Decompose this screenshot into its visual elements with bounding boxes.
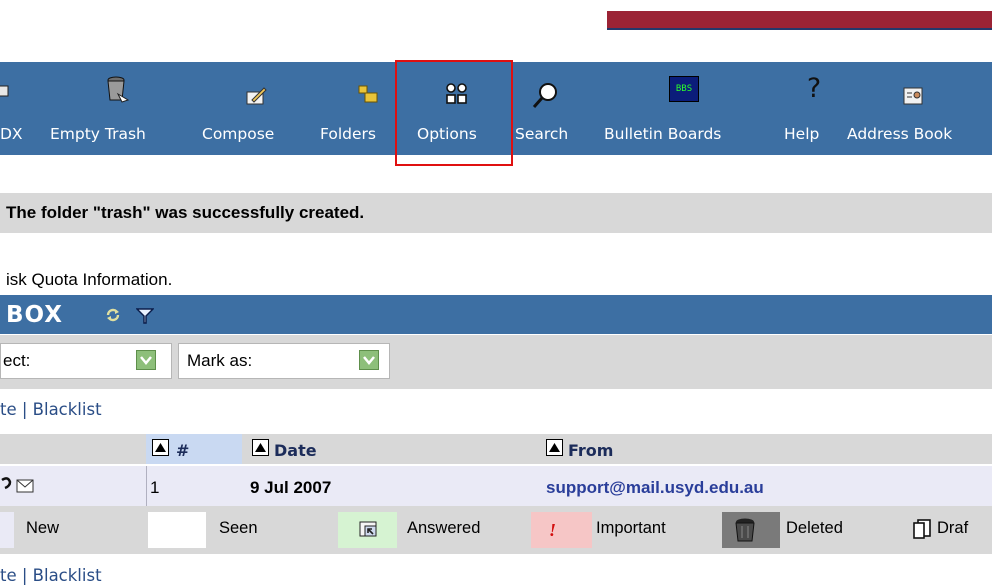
search-icon [532,83,557,108]
trash-icon [735,518,755,542]
table-row[interactable] [0,466,992,506]
row-number: 1 [150,478,160,497]
inbox-title: BOX [6,302,63,328]
address-book-icon [903,87,923,105]
column-divider [146,466,147,506]
toolbar-label: Address Book [847,125,953,143]
legend-seen-swatch [148,512,206,548]
column-header-date[interactable]: Date [274,441,317,460]
inbox-icon [0,85,9,97]
legend-drafts: Draf [937,519,969,537]
toolbar-help[interactable]: ? Help [784,62,840,155]
draft-icon [913,519,931,539]
row-date: 9 Jul 2007 [250,478,332,497]
toolbar-label: Compose [202,125,275,143]
legend-seen: Seen [219,519,258,537]
toolbar-search[interactable]: Search [515,62,590,155]
envelope-icon [16,479,34,493]
toolbar-bulletin-boards[interactable]: BBS Bulletin Boards [604,62,784,155]
toolbar-empty-trash[interactable]: Empty Trash [50,62,200,155]
priority-icon [1,477,12,490]
folder-icon [358,85,378,103]
filter-icon[interactable] [136,308,154,324]
column-header-from[interactable]: From [568,441,613,460]
legend-new-swatch [0,512,14,548]
toolbar-address-book[interactable]: Address Book [847,62,992,155]
row-from[interactable]: support@mail.usyd.edu.au [546,478,764,498]
toolbar-folders[interactable]: Folders [320,62,400,155]
toolbar-label: DX [0,125,23,143]
chevron-down-icon [136,350,156,370]
whitelist-blacklist-links[interactable]: te | Blacklist [0,400,102,419]
sort-icon[interactable] [152,439,169,456]
legend-answered: Answered [407,519,481,537]
legend-important: Important [596,519,666,537]
legend-important-swatch [531,512,592,548]
refresh-icon[interactable] [104,306,122,324]
sort-icon[interactable] [252,439,269,456]
select-dropdown[interactable]: ect: [0,343,172,379]
toolbar-label: Search [515,125,569,143]
answered-icon [359,521,377,537]
compose-icon [246,87,267,105]
chevron-down-icon [359,350,379,370]
status-message: The folder "trash" was successfully crea… [6,203,365,222]
sort-icon[interactable] [546,439,563,456]
trash-icon [107,76,130,103]
important-icon: ! [549,520,557,540]
header-strip [607,11,992,30]
toolbar-label: Bulletin Boards [604,125,722,143]
whitelist-blacklist-links[interactable]: te | Blacklist [0,566,102,585]
toolbar-label: Empty Trash [50,125,146,143]
mark-as-dropdown[interactable]: Mark as: [178,343,390,379]
toolbar-compose[interactable]: Compose [200,62,316,155]
options-highlight-box [395,60,513,166]
toolbar-label: Help [784,125,820,143]
help-icon: ? [806,73,822,104]
bbs-icon: BBS [669,76,699,102]
select-dropdown-label: ect: [3,351,31,370]
disk-quota-link[interactable]: isk Quota Information. [6,270,172,290]
legend-deleted: Deleted [786,519,843,537]
toolbar-label: Folders [320,125,376,143]
mark-as-label: Mark as: [187,351,253,370]
column-header-num[interactable]: # [176,441,189,460]
legend-new: New [26,519,60,537]
toolbar-inbox[interactable]: DX [0,62,40,155]
